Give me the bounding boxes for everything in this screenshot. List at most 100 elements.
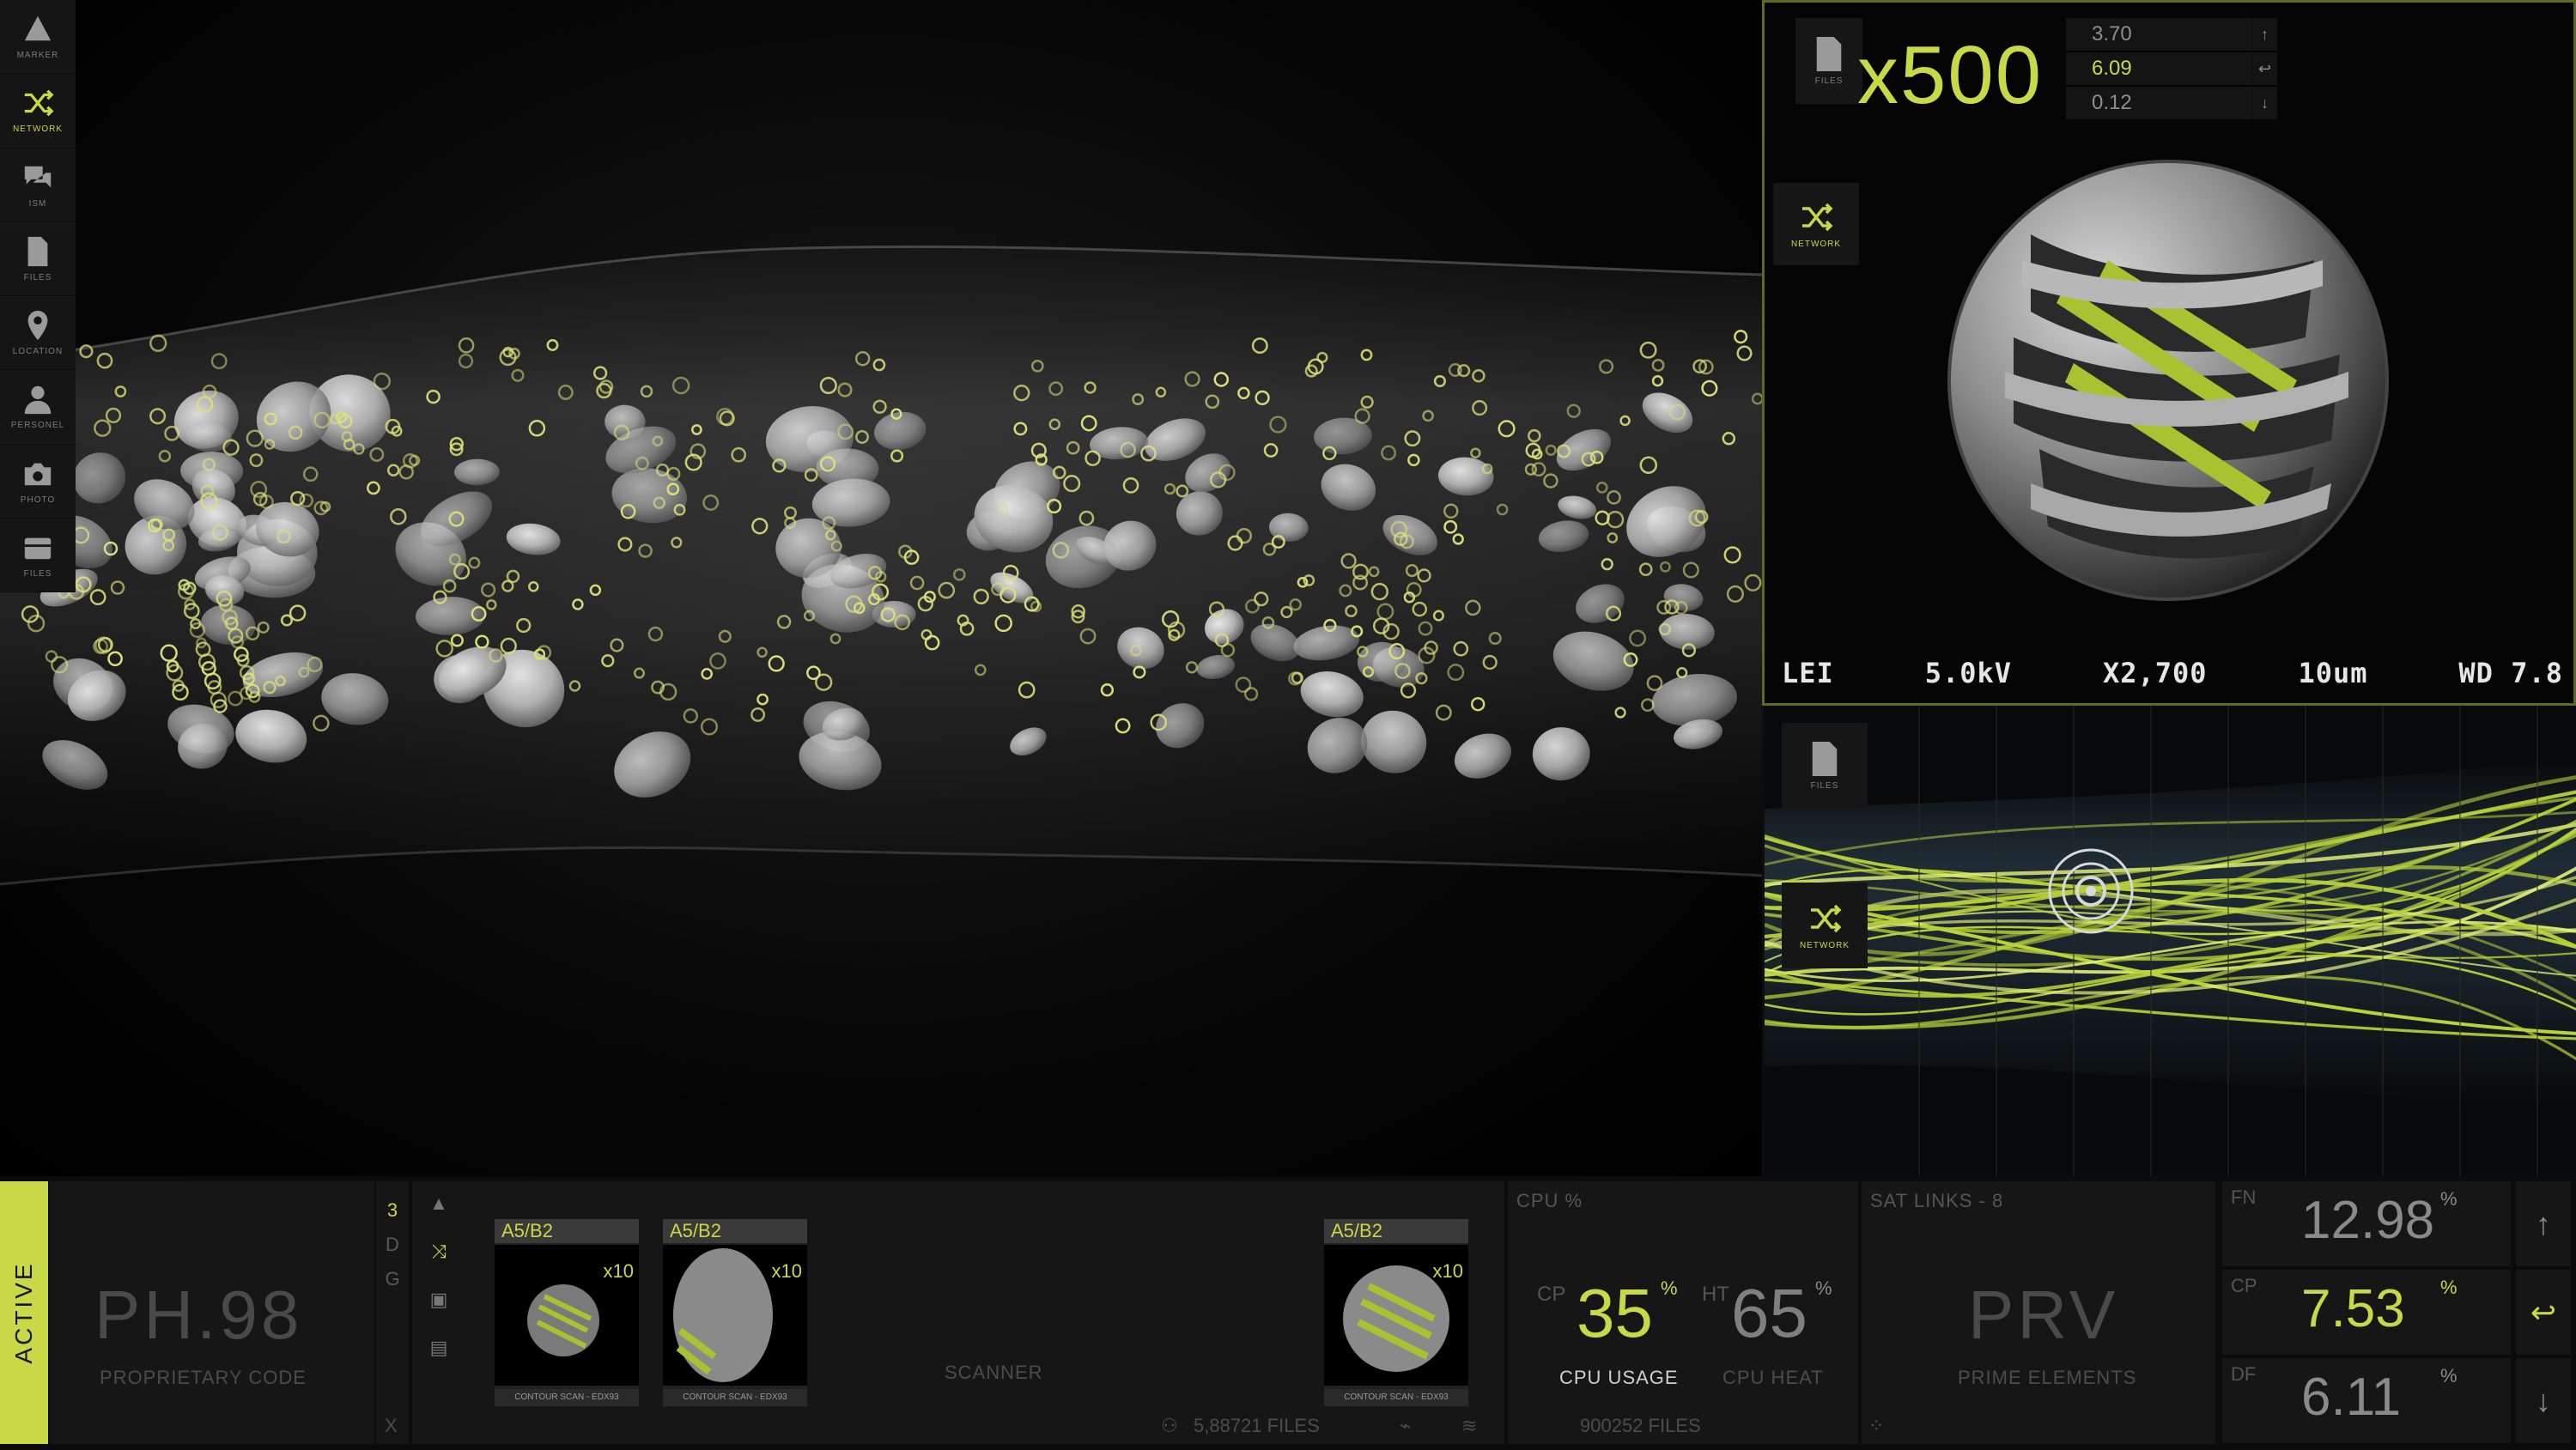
scanner-label: SCANNER <box>945 1362 1043 1383</box>
cp-prefix: CP <box>1537 1283 1566 1306</box>
coord-reset-button[interactable]: ↩ <box>2251 52 2277 85</box>
file-icon <box>1816 36 1842 71</box>
scanner-tools: ▲ ⤨ ▣ ▤ <box>417 1186 460 1379</box>
mini-item[interactable]: D <box>376 1228 409 1262</box>
sat-links-panel: SAT LINKS - 8 PRV PRIME ELEMENTS ⁘ <box>1862 1181 2215 1444</box>
stat-value: 7.53 <box>2301 1279 2405 1338</box>
blood-vessel-visualization <box>0 0 1762 1176</box>
coord-value: 3.70 <box>2092 22 2132 46</box>
personel-icon <box>24 386 52 415</box>
mini-column: 3 D G X <box>376 1181 409 1444</box>
scan-thumbnail-2[interactable]: A5/B2 x10 CONTOUR SCAN - EDX93 <box>663 1219 807 1406</box>
user-icon: ⚇ <box>1161 1415 1178 1436</box>
toolbar-personel-button[interactable]: PERSONEL <box>0 370 76 445</box>
toolbar-ism-button[interactable]: ISM <box>0 149 76 222</box>
sem-network-button[interactable]: NETWORK <box>1773 183 1859 265</box>
toolbar-files2-button[interactable]: FILES <box>0 519 76 592</box>
readout-voltage: 5.0kV <box>1924 657 2013 689</box>
toolbar-label: MARKER <box>16 51 59 61</box>
stat-reset-button[interactable]: ↩ <box>2516 1270 2571 1355</box>
coord-row-3: 0.12 ↓ <box>2066 87 2277 119</box>
toolbar-network-button[interactable]: NETWORK <box>0 74 76 149</box>
readout-magnification: X2,700 <box>2102 657 2208 689</box>
file-icon <box>1812 741 1838 776</box>
readout-working-distance: WD 7.8 <box>2458 657 2563 689</box>
vessel-render <box>0 245 1762 886</box>
cpu-heat-value: 65 <box>1731 1275 1807 1351</box>
proprietary-code-panel: PH.98 PROPRIETARY CODE <box>50 1181 374 1444</box>
toolbar-files-button[interactable]: FILES <box>0 222 76 296</box>
stat-prefix: DF <box>2231 1363 2257 1385</box>
attach-icon[interactable]: ⌁ <box>1400 1415 1411 1437</box>
code-label: PROPRIETARY CODE <box>100 1367 307 1388</box>
coord-value: 6.09 <box>2092 57 2132 80</box>
thumbnail-title: A5/B2 <box>495 1219 639 1243</box>
toolbar-label: PHOTO <box>20 494 56 505</box>
marker-icon[interactable]: ▲ <box>417 1186 460 1235</box>
toolbar-label: FILES <box>23 272 52 282</box>
ht-unit: % <box>1815 1277 1832 1299</box>
location-icon <box>27 311 48 341</box>
stat-up-button[interactable]: ↑ <box>2516 1181 2571 1266</box>
scanner-panel: ▲ ⤨ ▣ ▤ A5/B2 x10 CONTOUR SCAN - EDX93 A… <box>412 1181 1504 1444</box>
readout-scale: 10um <box>2298 657 2368 689</box>
toolbar-label: FILES <box>23 568 52 579</box>
thumbnail-zoom: x10 <box>771 1260 802 1282</box>
thumbnail-zoom: x10 <box>1432 1260 1463 1282</box>
scan-thumbnail-1[interactable]: A5/B2 x10 CONTOUR SCAN - EDX93 <box>495 1219 639 1406</box>
nerve-files-button[interactable]: FILES <box>1782 723 1868 809</box>
sat-value: PRV <box>1968 1277 2119 1353</box>
toolbar-label: PERSONEL <box>10 421 65 431</box>
coord-row-1: 3.70 ↑ <box>2066 18 2277 51</box>
sem-files-button[interactable]: FILES <box>1795 18 1862 104</box>
toolbar-marker-button[interactable]: MARKER <box>0 0 76 75</box>
wifi-icon: ≋ <box>1461 1415 1478 1436</box>
file-icon[interactable]: ▤ <box>417 1331 460 1379</box>
files-count: 5,88721 FILES <box>1194 1415 1320 1436</box>
chat-icon[interactable]: ▣ <box>417 1283 460 1331</box>
sem-sphere-image <box>1947 160 2389 601</box>
marker-icon <box>24 15 52 41</box>
sat-title: SAT LINKS - 8 <box>1870 1190 2004 1211</box>
shuffle-icon <box>1811 904 1842 932</box>
toolbar-label: LOCATION <box>12 347 64 357</box>
stat-value: 12.98 <box>2301 1191 2435 1250</box>
cpu-heat-label: CPU HEAT <box>1722 1367 1824 1388</box>
coord-down-button[interactable]: ↓ <box>2251 87 2277 119</box>
cpu-title: CPU % <box>1516 1190 1583 1211</box>
coord-up-button[interactable]: ↑ <box>2251 18 2277 51</box>
stat-down-button[interactable]: ↓ <box>2516 1358 2571 1443</box>
toolbar-location-button[interactable]: LOCATION <box>0 296 76 371</box>
toolbar-photo-button[interactable]: PHOTO <box>0 445 76 519</box>
stat-fn: FN 12.98 % <box>2222 1181 2511 1266</box>
files2-icon <box>24 537 52 560</box>
toolbar-label: ISM <box>28 198 47 209</box>
zoom-level: x500 <box>1857 29 2044 121</box>
scan-thumbnail-3[interactable]: A5/B2 x10 CONTOUR SCAN - EDX93 <box>1324 1219 1468 1406</box>
stat-value: 6.11 <box>2301 1368 2402 1427</box>
stat-df: DF 6.11 % <box>2222 1358 2511 1443</box>
readout-mode: LEI <box>1782 657 1834 689</box>
cpu-usage-value: 35 <box>1577 1275 1653 1351</box>
mini-item[interactable]: 3 <box>376 1193 409 1228</box>
stat-cp: CP 7.53 % <box>2222 1270 2511 1355</box>
bottom-status-bar: ACTIVE PH.98 PROPRIETARY CODE 3 D G X ▲ … <box>0 1176 2576 1450</box>
coord-value: 0.12 <box>2092 91 2132 114</box>
sem-readout-bar: LEI 5.0kV X2,700 10um WD 7.8 <box>1782 657 2563 689</box>
cpu-files-count: 900252 FILES <box>1580 1415 1701 1436</box>
mini-item[interactable]: G <box>376 1262 409 1296</box>
network-icon <box>24 89 54 117</box>
nerve-network-button[interactable]: NETWORK <box>1782 883 1868 968</box>
files-icon <box>27 236 48 266</box>
mini-close-button[interactable]: X <box>385 1415 398 1437</box>
thumbnail-title: A5/B2 <box>663 1219 807 1243</box>
active-tab[interactable]: ACTIVE <box>0 1181 48 1444</box>
thumbnail-caption: CONTOUR SCAN - EDX93 <box>1324 1389 1468 1406</box>
sem-scan-panel: FILES x500 3.70 ↑ 6.09 ↩ 0.12 ↓ NETWORK <box>1762 0 2576 706</box>
grid-icon[interactable]: ⁘ <box>1868 1415 1884 1437</box>
thumbnail-caption: CONTOUR SCAN - EDX93 <box>663 1389 807 1406</box>
stat-unit: % <box>2440 1277 2458 1298</box>
nerve-fiber-panel: FILES NETWORK <box>1762 706 2576 1176</box>
network-icon[interactable]: ⤨ <box>417 1235 460 1283</box>
stat-prefix: FN <box>2231 1186 2257 1208</box>
